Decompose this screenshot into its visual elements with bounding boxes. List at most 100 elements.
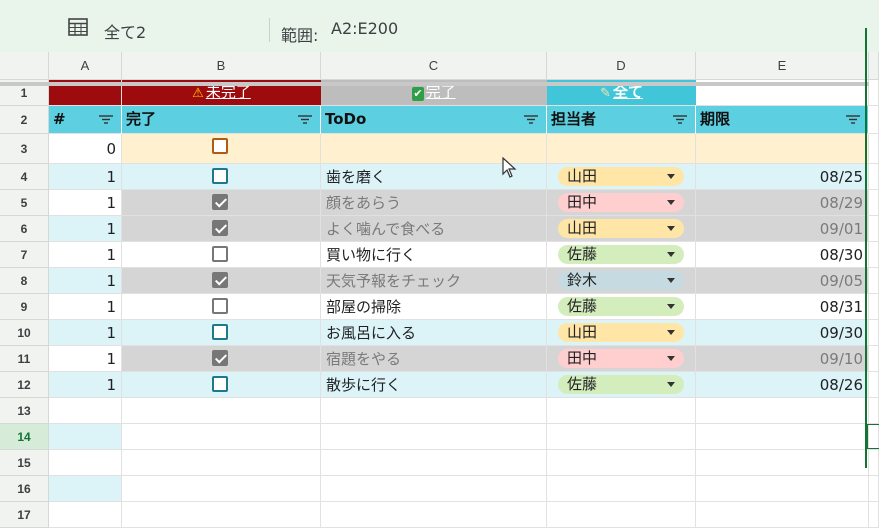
done-cell[interactable] [122,372,321,398]
empty-cell[interactable] [696,476,869,502]
column-header-d[interactable]: D [547,52,696,80]
empty-cell[interactable] [547,476,696,502]
empty-cell[interactable] [547,502,696,528]
empty-cell[interactable] [869,216,879,242]
row-header-10[interactable]: 10 [0,320,49,346]
row-number-cell[interactable]: 1 [49,346,122,372]
due-date-cell[interactable]: 08/29 [696,190,869,216]
done-cell[interactable] [122,190,321,216]
empty-cell[interactable] [321,450,547,476]
filter-icon[interactable] [673,115,687,124]
empty-cell[interactable] [696,450,869,476]
dropdown-arrow-icon[interactable] [667,330,675,335]
column-header-f[interactable] [869,52,879,80]
due-date-cell[interactable]: 09/01 [696,216,869,242]
row-header-16[interactable]: 16 [0,476,49,502]
checkbox-checked[interactable] [212,220,228,236]
column-header-c[interactable]: C [321,52,547,80]
empty-cell[interactable] [869,346,879,372]
column-header-todo[interactable]: ToDo [321,106,547,134]
checkbox[interactable] [212,324,228,340]
due-date-cell[interactable]: 09/10 [696,346,869,372]
row-header-14[interactable]: 14 [0,424,49,450]
dropdown-arrow-icon[interactable] [667,382,675,387]
todo-cell[interactable]: 顔をあらう [321,190,547,216]
column-header-e[interactable]: E [696,52,869,80]
empty-cell[interactable] [122,398,321,424]
assignee-cell[interactable]: 佐藤 [547,242,696,268]
filter-icon[interactable] [298,115,312,124]
empty-cell[interactable] [321,476,547,502]
checkbox[interactable] [212,376,228,392]
row-header-7[interactable]: 7 [0,242,49,268]
empty-cell[interactable] [696,424,869,450]
row-header-12[interactable]: 12 [0,372,49,398]
checkbox-checked[interactable] [212,350,228,366]
table-icon[interactable] [68,18,88,36]
empty-cell[interactable] [122,476,321,502]
todo-cell[interactable]: お風呂に入る [321,320,547,346]
assignee-cell[interactable]: 佐藤 [547,372,696,398]
frozen-rows-divider[interactable] [0,82,869,86]
filter-icon[interactable] [99,115,113,124]
todo-cell[interactable]: 宿題をやる [321,346,547,372]
empty-cell[interactable] [869,242,879,268]
empty-cell[interactable] [49,502,122,528]
assignee-cell[interactable]: 田中 [547,346,696,372]
empty-cell[interactable] [869,294,879,320]
row-number-cell[interactable]: 1 [49,372,122,398]
column-header-a[interactable]: A [49,52,122,80]
empty-cell[interactable] [869,106,879,134]
empty-cell[interactable] [547,424,696,450]
assignee-dropdown-chip[interactable]: 田中 [558,193,684,212]
column-header-assignee[interactable]: 担当者 [547,106,696,134]
empty-cell[interactable] [869,398,879,424]
empty-cell[interactable] [869,164,879,190]
row-number-cell[interactable]: 1 [49,320,122,346]
todo-cell[interactable]: よく噛んで食べる [321,216,547,242]
assignee-dropdown-chip[interactable]: 佐藤 [558,375,684,394]
assignee-dropdown-chip[interactable]: 田中 [558,349,684,368]
empty-cell[interactable] [49,424,122,450]
empty-cell[interactable] [869,476,879,502]
row-header-9[interactable]: 9 [0,294,49,320]
done-cell[interactable] [122,294,321,320]
dropdown-arrow-icon[interactable] [667,174,675,179]
filter-icon[interactable] [846,115,860,124]
dropdown-arrow-icon[interactable] [667,304,675,309]
due-date-cell[interactable]: 08/31 [696,294,869,320]
row-number-cell[interactable]: 1 [49,294,122,320]
assignee-dropdown-chip[interactable]: 鈴木 [558,271,684,290]
row-header-4[interactable]: 4 [0,164,49,190]
checkbox[interactable] [212,168,228,184]
checkbox[interactable] [212,138,228,154]
row-number-cell[interactable]: 1 [49,216,122,242]
todo-cell[interactable]: 部屋の掃除 [321,294,547,320]
column-header-b[interactable]: B [122,52,321,80]
due-date-cell[interactable]: 08/30 [696,242,869,268]
empty-cell[interactable] [696,398,869,424]
assignee-dropdown-chip[interactable]: 山田 [558,323,684,342]
checkbox[interactable] [212,298,228,314]
done-cell[interactable] [122,134,321,164]
row-number-cell[interactable]: 1 [49,164,122,190]
empty-cell[interactable] [49,476,122,502]
row-header-17[interactable]: 17 [0,502,49,528]
row-header-3[interactable]: 3 [0,134,49,164]
assignee-cell[interactable]: 佐藤 [547,294,696,320]
due-date-cell[interactable] [696,134,869,164]
column-header-num[interactable]: # [49,106,122,134]
assignee-cell[interactable]: 山田 [547,216,696,242]
checkbox[interactable] [212,246,228,262]
due-date-cell[interactable]: 09/05 [696,268,869,294]
row-header-11[interactable]: 11 [0,346,49,372]
column-header-due[interactable]: 期限 [696,106,869,134]
empty-cell[interactable] [869,372,879,398]
row-header-6[interactable]: 6 [0,216,49,242]
empty-cell[interactable] [869,80,879,106]
dropdown-arrow-icon[interactable] [667,200,675,205]
row-header-13[interactable]: 13 [0,398,49,424]
dropdown-arrow-icon[interactable] [667,226,675,231]
row-number-cell[interactable]: 1 [49,268,122,294]
empty-cell[interactable] [321,398,547,424]
